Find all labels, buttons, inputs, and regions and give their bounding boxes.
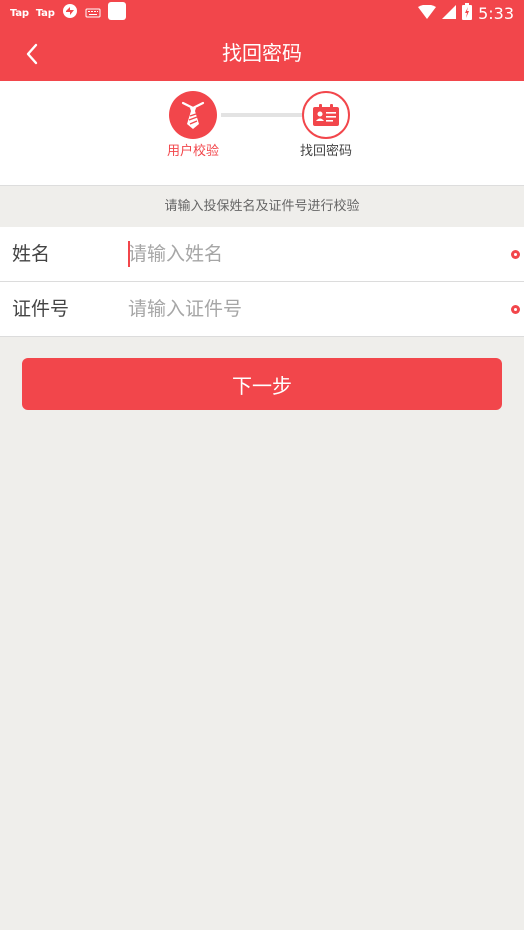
- verification-form: 姓名 证件号: [0, 227, 524, 337]
- step-1-circle: [169, 91, 217, 139]
- step-1-label: 用户校验: [166, 144, 219, 159]
- status-time: 5:33: [478, 3, 514, 23]
- step-2-circle: [302, 91, 350, 139]
- id-number-input[interactable]: [128, 292, 498, 326]
- status-bar: Tap Tap 5:33: [0, 0, 524, 26]
- app-notification-icon: [107, 2, 126, 24]
- battery-icon: [462, 2, 473, 24]
- taptap-notification-2: Tap: [35, 7, 55, 19]
- keyboard-icon: [85, 4, 101, 23]
- step-2-label: 找回密码: [299, 144, 352, 159]
- name-input[interactable]: [128, 237, 498, 271]
- step-reset-password: 找回密码: [276, 91, 376, 160]
- sync-icon: [62, 3, 78, 23]
- app-header: 找回密码: [0, 26, 524, 81]
- required-indicator-icon: [511, 250, 520, 259]
- wifi-icon: [418, 4, 437, 23]
- name-row: 姓名: [0, 227, 524, 282]
- text-caret: [128, 241, 130, 267]
- status-notifications: Tap Tap: [10, 2, 126, 24]
- required-indicator-icon: [511, 305, 520, 314]
- step-indicator: 用户校验 找回密码: [0, 81, 524, 186]
- status-system: 5:33: [418, 2, 514, 24]
- page-title: 找回密码: [222, 41, 302, 65]
- name-label: 姓名: [12, 243, 51, 265]
- id-number-row: 证件号: [0, 282, 524, 337]
- id-number-label: 证件号: [12, 298, 70, 320]
- taptap-notification-1: Tap: [10, 7, 29, 19]
- id-card-icon: [313, 104, 339, 126]
- verification-hint: 请输入投保姓名及证件号进行校验: [0, 186, 524, 227]
- step-user-verify: 用户校验: [143, 91, 243, 160]
- signal-icon: [442, 4, 457, 23]
- tie-icon: [181, 101, 205, 129]
- next-step-button[interactable]: 下一步: [22, 358, 502, 410]
